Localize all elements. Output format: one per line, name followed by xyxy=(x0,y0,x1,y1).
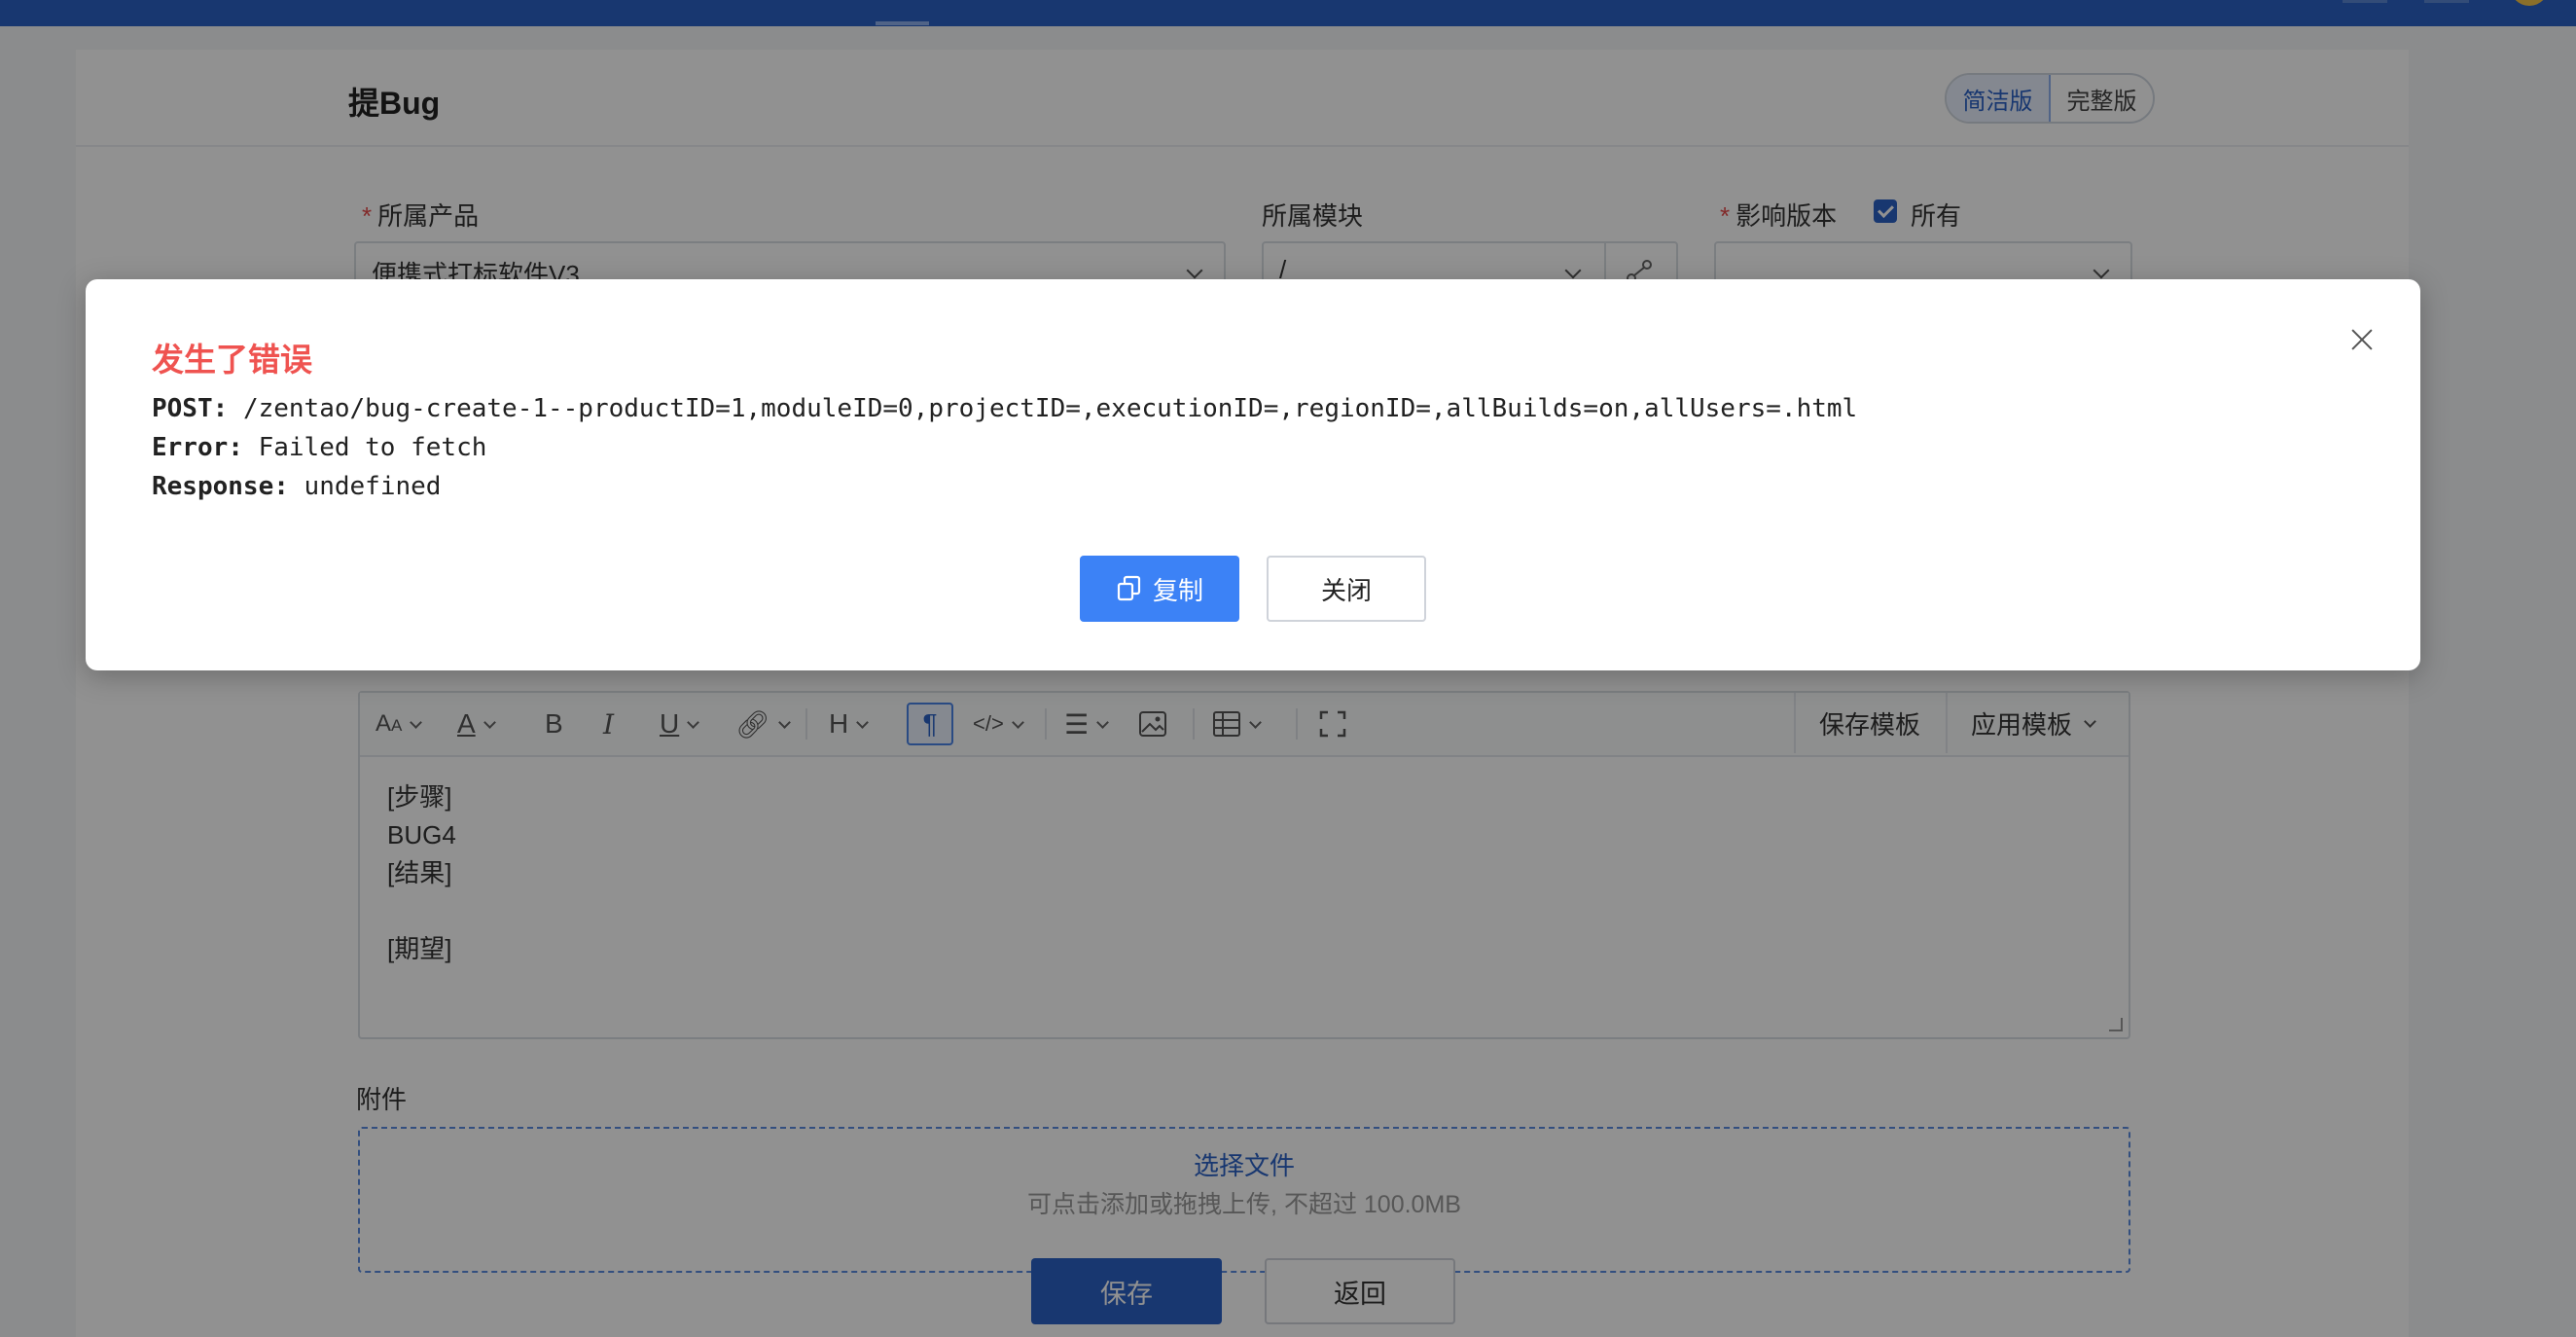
error-dialog-title: 发生了错误 xyxy=(152,342,312,378)
response-label: Response: xyxy=(152,472,289,501)
response-value: undefined xyxy=(304,472,442,501)
error-response-line: Response: undefined xyxy=(152,472,441,501)
error-post-line: POST: /zentao/bug-create-1--productID=1,… xyxy=(152,394,1857,423)
copy-icon xyxy=(1117,575,1141,601)
error-label: Error: xyxy=(152,433,243,462)
error-dialog: 发生了错误 POST: /zentao/bug-create-1--produc… xyxy=(86,279,2420,670)
post-value: /zentao/bug-create-1--productID=1,module… xyxy=(242,394,1858,423)
copy-button[interactable]: 复制 xyxy=(1080,556,1239,622)
close-icon[interactable] xyxy=(2343,320,2381,359)
error-message-line: Error: Failed to fetch xyxy=(152,433,486,462)
close-button[interactable]: 关闭 xyxy=(1267,556,1426,622)
error-value: Failed to fetch xyxy=(258,433,487,462)
copy-button-label: 复制 xyxy=(1152,575,1203,605)
post-label: POST: xyxy=(152,394,229,423)
